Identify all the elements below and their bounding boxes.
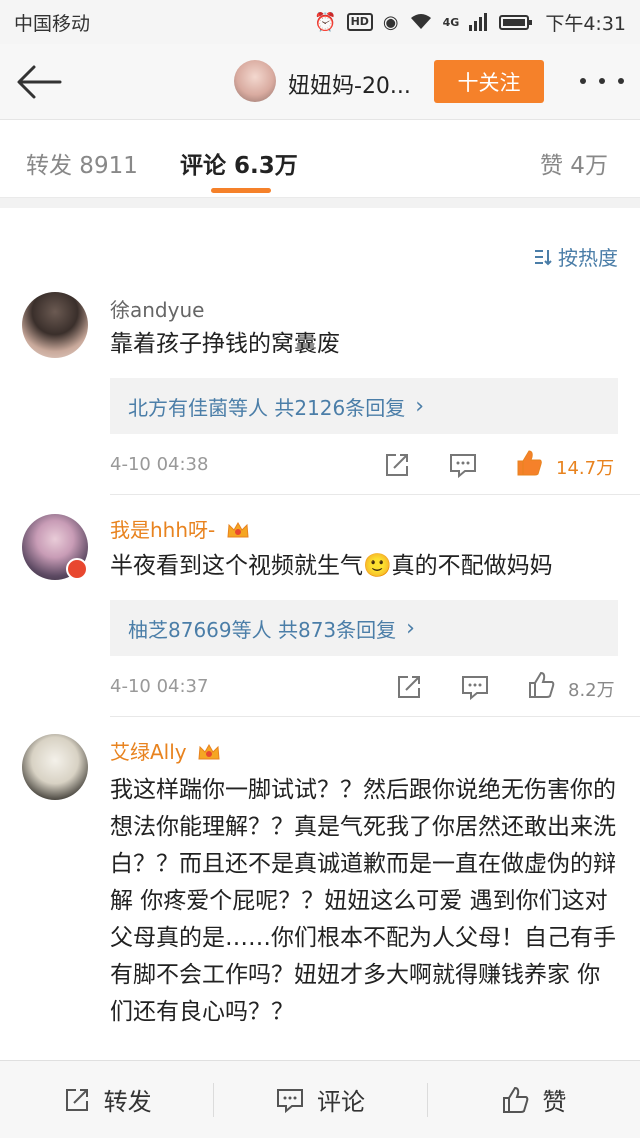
eye-icon: ◉: [382, 11, 399, 33]
tab-repost[interactable]: 转发 8911: [26, 146, 138, 180]
carrier-name: 中国移动: [14, 12, 91, 35]
network-type: 4G: [442, 15, 460, 29]
comment-divider: [110, 716, 640, 717]
sort-label: 按热度: [558, 246, 618, 270]
replies-summary[interactable]: 北方有佳菌等人 共2126条回复 ›: [110, 378, 618, 434]
active-tab-indicator: [211, 188, 271, 193]
alarm-icon: ⏰: [314, 11, 337, 33]
username-label: 艾绿Ally: [110, 740, 187, 764]
like-label: 赞: [542, 1088, 567, 1116]
repost-button[interactable]: 转发: [0, 1061, 213, 1138]
comment-username[interactable]: 艾绿Ally: [110, 736, 221, 765]
vip-crown-icon: [198, 743, 220, 760]
page-title[interactable]: 妞妞妈-20...: [288, 68, 411, 100]
avatar[interactable]: [22, 734, 88, 800]
author-avatar[interactable]: [234, 60, 276, 102]
back-arrow-icon: [17, 65, 62, 99]
reply-icon[interactable]: [460, 672, 490, 702]
follow-button[interactable]: 十关注: [434, 60, 544, 103]
signal-icon: [469, 13, 488, 31]
chevron-right-icon: ›: [406, 615, 415, 641]
like-icon[interactable]: [526, 670, 556, 700]
comment-date: 4-10 04:38: [110, 454, 209, 475]
sort-by-hot-button[interactable]: 按热度: [534, 242, 618, 271]
repost-label: 转发: [103, 1088, 152, 1116]
status-bar: 中国移动 ⏰ HD ◉ 4G 下午4:31: [0, 0, 640, 44]
comment-item: 徐andyue 靠着孩子挣钱的窝囊废 北方有佳菌等人 共2126条回复 › 4-…: [0, 286, 640, 496]
like-icon[interactable]: [514, 448, 544, 478]
verified-badge-icon: [66, 558, 88, 580]
replies-label: 柚芝87669等人 共873条回复: [128, 617, 397, 642]
username-label: 我是hhh呀-: [110, 518, 216, 542]
comment-item: 艾绿Ally 我这样踹你一脚试试？？然后跟你说绝无伤害你的想法你能理解？？真是气…: [0, 728, 640, 1060]
comment-icon: [276, 1088, 303, 1113]
share-icon: [65, 1088, 88, 1111]
sort-bar: 按热度: [0, 198, 640, 286]
tab-bar: 转发 8911 评论 6.3万 赞 4万: [0, 120, 640, 198]
share-icon[interactable]: [394, 672, 424, 702]
comment-item: 我是hhh呀- 半夜看到这个视频就生气🙂真的不配做妈妈 柚芝87669等人 共8…: [0, 506, 640, 716]
chevron-right-icon: ›: [415, 393, 425, 419]
comment-username[interactable]: 我是hhh呀-: [110, 514, 250, 543]
comment-divider: [110, 494, 640, 495]
reply-icon[interactable]: [448, 450, 478, 480]
like-icon: [503, 1086, 529, 1113]
comment-label: 评论: [316, 1088, 365, 1116]
comment-text: 靠着孩子挣钱的窝囊废: [110, 331, 340, 357]
more-options-icon[interactable]: [580, 66, 624, 96]
replies-label: 北方有佳菌等人 共2126条回复: [128, 395, 406, 420]
wifi-icon: [410, 14, 431, 29]
hd-icon: HD: [346, 13, 373, 31]
vip-crown-icon: [227, 521, 249, 538]
like-button[interactable]: 赞: [426, 1061, 640, 1138]
battery-icon: [499, 14, 533, 30]
comment-date: 4-10 04:37: [110, 676, 209, 697]
status-icons: ⏰ HD ◉ 4G 下午4:31: [314, 9, 626, 36]
share-icon[interactable]: [382, 450, 412, 480]
back-button[interactable]: [14, 62, 64, 102]
comment-text: 半夜看到这个视频就生气🙂真的不配做妈妈: [110, 553, 553, 579]
like-count: 8.2万: [568, 680, 615, 701]
replies-summary[interactable]: 柚芝87669等人 共873条回复 ›: [110, 600, 618, 656]
comment-button[interactable]: 评论: [213, 1061, 426, 1138]
avatar[interactable]: [22, 292, 88, 358]
comment-text: 我这样踹你一脚试试？？然后跟你说绝无伤害你的想法你能理解？？真是气死我了你居然还…: [110, 777, 616, 1025]
tab-like[interactable]: 赞 4万: [540, 146, 608, 180]
bottom-action-bar: 转发 评论 赞: [0, 1060, 640, 1138]
sort-icon: [535, 249, 552, 265]
like-count: 14.7万: [556, 458, 615, 479]
clock: 下午4:31: [545, 12, 626, 35]
comment-username[interactable]: 徐andyue: [110, 294, 204, 323]
tab-comment[interactable]: 评论 6.3万: [180, 146, 298, 180]
nav-bar: 妞妞妈-20... 十关注: [0, 44, 640, 120]
